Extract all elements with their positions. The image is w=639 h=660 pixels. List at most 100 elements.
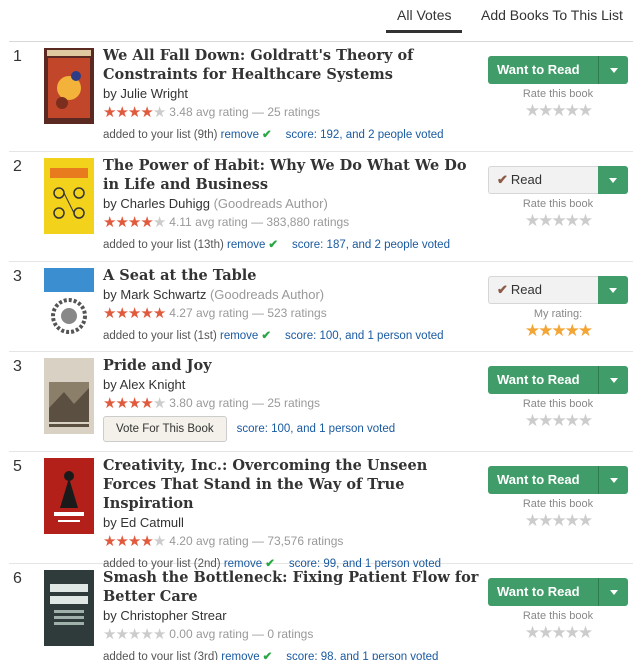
read-shelf-button[interactable]: ✔ Read (488, 166, 628, 194)
rate-star[interactable]: ★ (525, 511, 540, 530)
author-link[interactable]: Julie Wright (120, 86, 188, 101)
book-cover-image[interactable] (44, 268, 94, 344)
author-link[interactable]: Alex Knight (120, 377, 186, 392)
want-to-read-button[interactable]: Want to Read (488, 56, 628, 84)
average-rating-stars: ★ ★ ★ ★ ★ (103, 533, 166, 550)
voters-link[interactable]: 2 people voted (375, 239, 450, 251)
book-title-link[interactable]: The Power of Habit: Why We Do What We Do… (103, 156, 483, 194)
want-to-read-button[interactable]: Want to Read (488, 578, 628, 606)
rate-star[interactable]: ★ (551, 411, 566, 430)
book-cover-image[interactable] (44, 48, 94, 124)
want-to-read-button[interactable]: Want to Read (488, 366, 628, 394)
rate-star[interactable]: ★ (551, 623, 566, 642)
rate-star[interactable]: ★ (565, 411, 580, 430)
goodreads-author-badge: (Goodreads Author) (213, 196, 328, 211)
added-text: added to your list (9th) (103, 129, 218, 141)
rate-star[interactable]: ★ (578, 321, 593, 340)
voters-link[interactable]: 1 person voted (362, 651, 438, 660)
author-line: by Christopher Strear (103, 606, 483, 625)
book-cover-image[interactable] (44, 358, 94, 434)
chevron-down-icon (609, 177, 617, 183)
rate-star[interactable]: ★ (565, 321, 580, 340)
book-title-link[interactable]: Pride and Joy (103, 356, 483, 375)
remove-link[interactable]: remove (221, 129, 259, 141)
shelf-label[interactable]: Want to Read (488, 56, 598, 84)
checkmark-icon: ✔ (268, 239, 279, 251)
vote-for-book-button[interactable]: Vote For This Book (103, 416, 227, 442)
shelf-dropdown-button[interactable] (598, 276, 628, 304)
rate-this-book-stars[interactable]: ★★★★★ (488, 211, 628, 231)
author-link[interactable]: Mark Schwartz (120, 287, 206, 302)
voters-link[interactable]: 2 people voted (368, 129, 443, 141)
book-list: 1 We All Fall Down: Goldratt's Theory of … (9, 41, 633, 660)
rate-star[interactable]: ★ (525, 623, 540, 642)
shelf-dropdown-button[interactable] (598, 578, 628, 606)
voters-link[interactable]: 1 person voted (319, 423, 395, 435)
by-label: by (103, 196, 117, 211)
rate-star[interactable]: ★ (538, 211, 553, 230)
rate-star[interactable]: ★ (538, 411, 553, 430)
book-info: Smash the Bottleneck: Fixing Patient Flo… (103, 568, 483, 660)
rate-star[interactable]: ★ (525, 321, 540, 340)
book-title-link[interactable]: We All Fall Down: Goldratt's Theory of C… (103, 46, 483, 84)
shelf-label[interactable]: Want to Read (488, 366, 598, 394)
rate-this-book-stars[interactable]: ★★★★★ (488, 511, 628, 531)
rate-star[interactable]: ★ (578, 211, 593, 230)
rate-star[interactable]: ★ (578, 101, 593, 120)
rate-star[interactable]: ★ (538, 101, 553, 120)
author-link[interactable]: Christopher Strear (120, 608, 226, 623)
rate-star[interactable]: ★ (565, 211, 580, 230)
author-link[interactable]: Charles Duhigg (120, 196, 210, 211)
rate-this-book-stars[interactable]: ★★★★★ (488, 411, 628, 431)
want-to-read-button[interactable]: Want to Read (488, 466, 628, 494)
book-cover-image[interactable] (44, 158, 94, 234)
rating-text: 4.11 avg rating — 383,880 ratings (169, 215, 350, 229)
rate-star[interactable]: ★ (565, 511, 580, 530)
read-shelf-button[interactable]: ✔ Read (488, 276, 628, 304)
shelf-label[interactable]: Want to Read (488, 466, 598, 494)
added-text: added to your list (13th) (103, 239, 224, 251)
rate-star[interactable]: ★ (578, 511, 593, 530)
remove-link[interactable]: remove (221, 651, 259, 660)
list-tabs: All Votes Add Books To This List (0, 0, 639, 34)
shelf-dropdown-button[interactable] (598, 366, 628, 394)
rate-this-book-stars[interactable]: ★★★★★ (488, 321, 628, 341)
rate-star[interactable]: ★ (551, 321, 566, 340)
rate-star[interactable]: ★ (551, 511, 566, 530)
book-title-link[interactable]: A Seat at the Table (103, 266, 483, 285)
book-cover-image[interactable] (44, 570, 94, 646)
rate-star[interactable]: ★ (578, 623, 593, 642)
rate-star[interactable]: ★ (538, 511, 553, 530)
shelf-dropdown-button[interactable] (598, 166, 628, 194)
shelf-dropdown-button[interactable] (598, 466, 628, 494)
tab-add-books[interactable]: Add Books To This List (481, 7, 623, 23)
rate-star[interactable]: ★ (551, 101, 566, 120)
rate-star[interactable]: ★ (538, 321, 553, 340)
author-link[interactable]: Ed Catmull (120, 515, 184, 530)
book-cover-image[interactable] (44, 458, 94, 534)
shelf-label: Read (510, 282, 542, 297)
rate-star[interactable]: ★ (525, 101, 540, 120)
book-title-link[interactable]: Smash the Bottleneck: Fixing Patient Flo… (103, 568, 483, 606)
remove-link[interactable]: remove (220, 330, 258, 342)
rate-star[interactable]: ★ (525, 411, 540, 430)
shelf-label[interactable]: Want to Read (488, 578, 598, 606)
rate-star[interactable]: ★ (565, 101, 580, 120)
rate-star[interactable]: ★ (538, 623, 553, 642)
rate-star[interactable]: ★ (565, 623, 580, 642)
remove-link[interactable]: remove (227, 239, 265, 251)
rate-this-book-stars[interactable]: ★★★★★ (488, 623, 628, 643)
book-title-link[interactable]: Creativity, Inc.: Overcoming the Unseen … (103, 456, 483, 513)
rate-star[interactable]: ★ (525, 211, 540, 230)
voters-link[interactable]: 1 person voted (367, 330, 443, 342)
tab-all-votes[interactable]: All Votes (397, 7, 451, 23)
author-line: by Mark Schwartz (Goodreads Author) (103, 285, 483, 304)
rate-this-book-stars[interactable]: ★★★★★ (488, 101, 628, 121)
checkmark-icon: ✔ (261, 330, 271, 342)
rate-star[interactable]: ★ (578, 411, 593, 430)
rate-star[interactable]: ★ (551, 211, 566, 230)
average-rating-stars: ★ ★ ★ ★ ★ (103, 626, 166, 643)
shelf-dropdown-button[interactable] (598, 56, 628, 84)
rating-text: 4.27 avg rating — 523 ratings (169, 306, 327, 320)
average-rating-stars: ★ ★ ★ ★ ★ (103, 214, 166, 231)
